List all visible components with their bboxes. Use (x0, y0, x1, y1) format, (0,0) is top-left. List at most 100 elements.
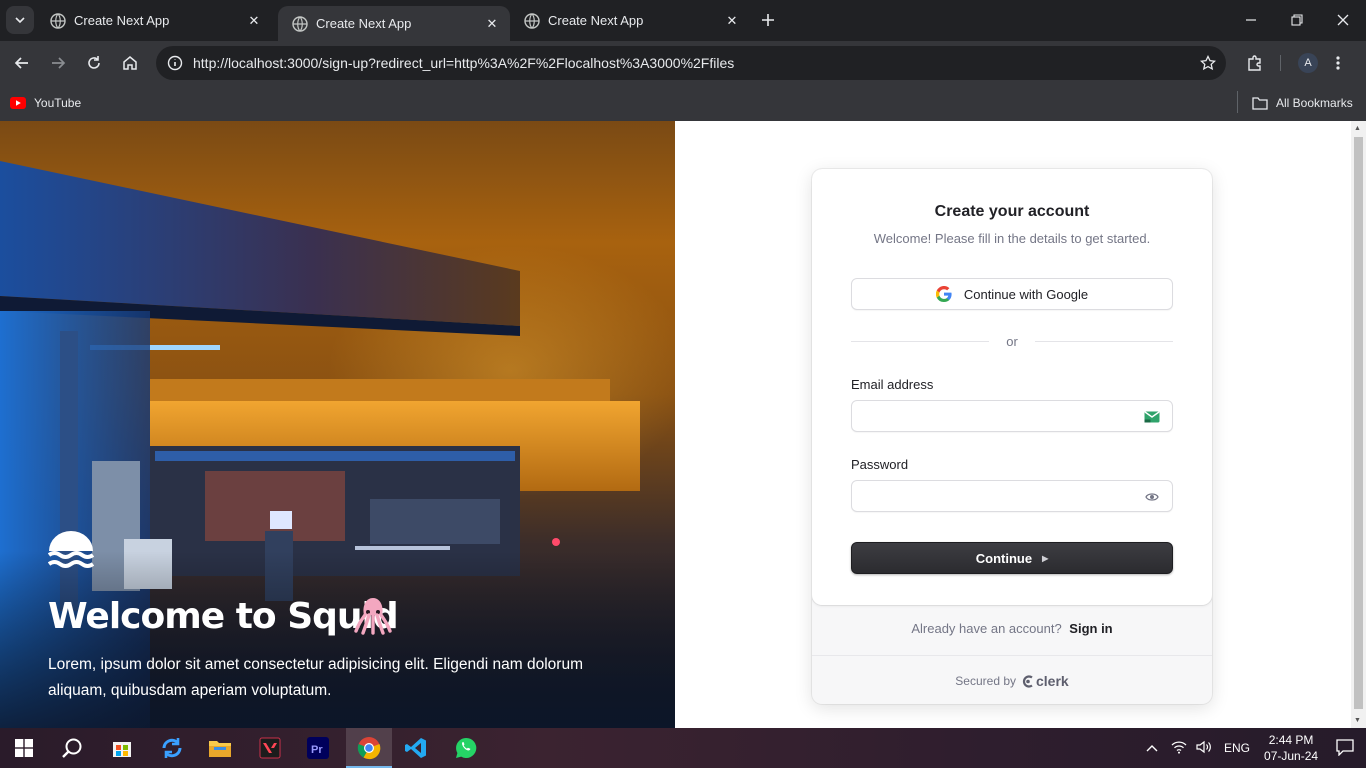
page-scrollbar[interactable]: ▲ ▼ (1351, 121, 1366, 728)
vscode-icon (405, 738, 426, 758)
taskbar-premiere[interactable]: Pr (298, 732, 338, 764)
signup-form: Create your account Welcome! Please fill… (812, 169, 1212, 605)
waves-logo-icon (48, 531, 94, 568)
sync-icon (162, 738, 182, 758)
tab-search-button[interactable] (6, 6, 34, 34)
secured-by-text: Secured by (955, 674, 1016, 688)
browser-tab[interactable]: Create Next App ✕ (510, 0, 750, 41)
globe-icon (292, 15, 308, 32)
avatar: A (1298, 53, 1318, 73)
volume-icon[interactable] (1192, 740, 1216, 757)
signup-card: Create your account Welcome! Please fill… (812, 169, 1212, 704)
email-autofill-icon[interactable] (1144, 410, 1160, 424)
scroll-down-icon[interactable]: ▼ (1354, 717, 1361, 724)
secured-by-badge: Secured by clerk (812, 673, 1212, 689)
minimize-button[interactable] (1228, 0, 1274, 40)
address-bar[interactable]: http://localhost:3000/sign-up?redirect_u… (156, 46, 1226, 80)
taskbar-file-explorer[interactable] (200, 732, 240, 764)
file-explorer-icon (209, 741, 231, 757)
menu-button[interactable] (1324, 49, 1352, 77)
taskbar-search-button[interactable] (52, 732, 92, 764)
folder-icon (1252, 97, 1268, 110)
forward-button[interactable] (44, 49, 72, 77)
url-text[interactable]: http://localhost:3000/sign-up?redirect_u… (193, 55, 734, 71)
browser-tab-active[interactable]: Create Next App ✕ (278, 6, 510, 41)
arrow-right-icon (52, 57, 66, 69)
premiere-icon: Pr (307, 737, 329, 759)
signin-prompt-text: Already have an account? (911, 621, 1062, 636)
or-divider: or (851, 334, 1173, 349)
extensions-button[interactable] (1241, 49, 1269, 77)
clock-time: 2:44 PM (1268, 733, 1314, 747)
scroll-thumb[interactable] (1354, 137, 1363, 709)
home-button[interactable] (116, 49, 144, 77)
valorant-icon (259, 737, 281, 759)
new-tab-button[interactable] (756, 8, 780, 32)
tab-strip: Create Next App ✕ Create Next App ✕ Crea… (0, 0, 1366, 41)
bookmark-youtube[interactable]: YouTube (10, 93, 81, 113)
restore-icon (1291, 14, 1303, 26)
bookmark-star-icon[interactable] (1196, 51, 1220, 75)
google-button-label: Continue with Google (963, 286, 1089, 302)
close-window-button[interactable] (1320, 0, 1366, 40)
chevron-up-icon[interactable] (1142, 741, 1162, 755)
clerk-icon (1022, 674, 1033, 688)
close-tab-icon[interactable]: ✕ (244, 11, 264, 31)
toolbar-divider (1280, 55, 1281, 71)
email-field[interactable] (851, 400, 1173, 432)
plus-icon (762, 14, 774, 26)
back-button[interactable] (8, 49, 36, 77)
close-icon (1337, 14, 1349, 26)
taskbar-sync[interactable] (152, 732, 192, 764)
site-info-icon[interactable] (164, 52, 186, 74)
whatsapp-icon (456, 737, 477, 758)
reload-icon (88, 56, 100, 69)
taskbar-whatsapp[interactable] (446, 732, 486, 764)
all-bookmarks-button[interactable]: All Bookmarks (1252, 93, 1353, 113)
taskbar-chrome[interactable] (346, 728, 392, 768)
close-tab-icon[interactable]: ✕ (722, 11, 742, 31)
language-indicator[interactable]: ENG (1224, 741, 1250, 755)
clock-date: 07-Jun-24 (1264, 749, 1319, 763)
continue-label: Continue (975, 550, 1033, 566)
password-label: Password (851, 457, 909, 472)
signin-link[interactable]: Sign in (1069, 621, 1112, 636)
system-tray: ENG 2:44 PM 07-Jun-24 (1142, 728, 1354, 768)
wifi-icon[interactable] (1166, 740, 1192, 757)
continue-with-google-button[interactable]: Continue with Google (851, 278, 1173, 310)
scroll-up-icon[interactable]: ▲ (1354, 125, 1361, 132)
divider-text: or (1006, 334, 1018, 349)
hero-title: Welcome to Squid (48, 596, 399, 637)
clock[interactable]: 2:44 PM 07-Jun-24 (1264, 732, 1318, 764)
caret-right-icon: ▶ (1042, 553, 1049, 563)
squid-icon (354, 598, 392, 635)
profile-button[interactable]: A (1294, 49, 1322, 77)
bookmarks-divider (1237, 91, 1238, 113)
card-subtitle: Welcome! Please fill in the details to g… (873, 231, 1151, 246)
footer-divider (812, 655, 1212, 656)
start-button[interactable] (4, 732, 44, 764)
tab-title: Create Next App (316, 16, 412, 31)
browser-toolbar: http://localhost:3000/sign-up?redirect_u… (0, 41, 1366, 85)
taskbar-store[interactable] (102, 732, 142, 764)
start-icon (15, 739, 33, 757)
continue-button[interactable]: Continue ▶ (851, 542, 1173, 574)
kebab-menu-icon (1336, 56, 1340, 70)
notifications-icon[interactable] (1336, 738, 1354, 759)
show-password-icon[interactable] (1144, 490, 1160, 504)
store-icon (113, 742, 131, 757)
browser-tab[interactable]: Create Next App ✕ (36, 0, 272, 41)
bookmarks-bar: YouTube All Bookmarks (0, 85, 1366, 121)
close-tab-icon[interactable]: ✕ (482, 14, 502, 34)
globe-icon (524, 12, 540, 29)
search-icon (62, 738, 82, 758)
bookmark-label: YouTube (34, 96, 82, 110)
reload-button[interactable] (80, 49, 108, 77)
taskbar-valorant[interactable] (250, 732, 290, 764)
taskbar-vscode[interactable] (396, 732, 436, 764)
password-field[interactable] (851, 480, 1173, 512)
clerk-logo[interactable]: clerk (1022, 673, 1069, 689)
google-icon (935, 286, 952, 302)
restore-button[interactable] (1274, 0, 1320, 40)
card-title: Create your account (934, 203, 1090, 220)
